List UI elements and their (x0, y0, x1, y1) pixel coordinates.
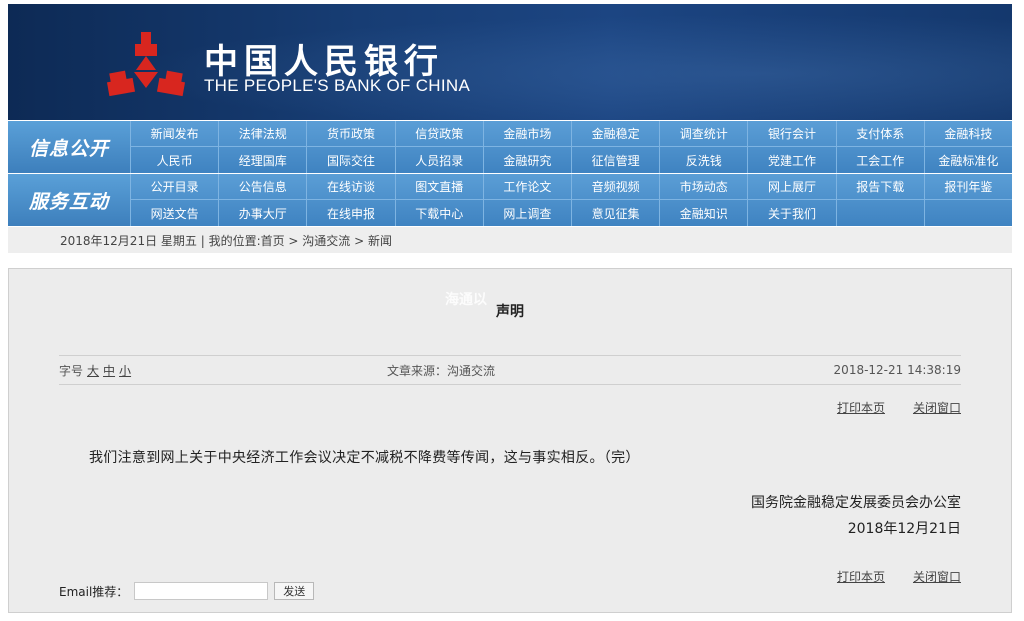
nav-group-info: 信息公开 新闻发布 法律法规 货币政策 信贷政策 金融市场 金融稳定 调查统计 … (8, 121, 1012, 173)
font-size-selector: 字号 大 中 小 (59, 362, 131, 379)
nav-item[interactable]: 网送文告 (130, 200, 218, 226)
nav-item[interactable]: 反洗钱 (659, 147, 747, 173)
article-title: 声明 (496, 304, 524, 320)
nav-grid-info: 新闻发布 法律法规 货币政策 信贷政策 金融市场 金融稳定 调查统计 银行会计 … (130, 121, 1012, 173)
nav-item-empty (835, 200, 924, 226)
nav-item-empty (923, 200, 1012, 226)
nav-item[interactable]: 金融标准化 (923, 147, 1012, 173)
send-button[interactable]: 发送 (274, 582, 315, 600)
nav-item[interactable]: 工作论文 (482, 174, 571, 200)
nav-item[interactable]: 关于我们 (747, 200, 835, 226)
article-meta: 字号 大 中 小 文章来源：沟通交流 2018-12-21 14:38:19 (59, 355, 961, 385)
nav-item[interactable]: 党建工作 (747, 147, 835, 173)
nav-group-service: 服务互动 公开目录 公告信息 在线访谈 图文直播 工作论文 音频视频 市场动态 … (8, 174, 1012, 226)
nav-item[interactable]: 调查统计 (659, 121, 748, 147)
close-window-link[interactable]: 关闭窗口 (913, 568, 961, 585)
nav-item[interactable]: 法律法规 (218, 121, 307, 147)
header-banner: 中国人民银行 THE PEOPLE'S BANK OF CHINA (8, 4, 1012, 120)
nav-item[interactable]: 公告信息 (218, 174, 307, 200)
nav-item[interactable]: 银行会计 (747, 121, 836, 147)
nav-group-label: 服务互动 (8, 174, 130, 226)
bank-name-en: THE PEOPLE'S BANK OF CHINA (204, 76, 471, 95)
nav-item[interactable]: 工会工作 (835, 147, 924, 173)
nav-item[interactable]: 经理国库 (218, 147, 306, 173)
print-page-link[interactable]: 打印本页 (837, 399, 885, 416)
print-page-link[interactable]: 打印本页 (837, 568, 885, 585)
email-input[interactable] (134, 582, 269, 600)
signature-org: 国务院金融稳定发展委员会办公室 (751, 495, 961, 511)
pboc-emblem-logo[interactable] (104, 30, 188, 102)
nav-item[interactable]: 国际交往 (306, 147, 394, 173)
nav-item[interactable]: 网上调查 (482, 200, 571, 226)
nav-grid-service: 公开目录 公告信息 在线访谈 图文直播 工作论文 音频视频 市场动态 网上展厅 … (130, 174, 1012, 226)
nav-item[interactable]: 新闻发布 (130, 121, 219, 147)
nav-item[interactable]: 金融研究 (482, 147, 571, 173)
action-links-top: 打印本页 关闭窗口 (837, 399, 961, 416)
action-links-bottom: 打印本页 关闭窗口 (837, 568, 961, 585)
nav-item[interactable]: 网上展厅 (747, 174, 836, 200)
nav-item[interactable]: 报刊年鉴 (923, 174, 1012, 200)
article-panel: 海通以 声明 字号 大 中 小 文章来源：沟通交流 2018-12-21 14:… (8, 268, 1012, 613)
nav-item[interactable]: 意见征集 (570, 200, 659, 226)
article-datetime: 2018-12-21 14:38:19 (833, 363, 961, 377)
nav-item[interactable]: 图文直播 (394, 174, 483, 200)
close-window-link[interactable]: 关闭窗口 (913, 399, 961, 416)
nav-item[interactable]: 金融稳定 (570, 121, 660, 147)
nav-item[interactable]: 支付体系 (835, 121, 924, 147)
nav-group-label: 信息公开 (8, 121, 130, 173)
font-size-small[interactable]: 小 (119, 362, 131, 379)
nav-item[interactable]: 金融科技 (923, 121, 1012, 147)
nav-item[interactable]: 公开目录 (130, 174, 219, 200)
article-signature: 国务院金融稳定发展委员会办公室 2018年12月21日 (751, 490, 961, 542)
signature-date: 2018年12月21日 (847, 521, 961, 537)
nav-item[interactable]: 音频视频 (570, 174, 660, 200)
nav-item[interactable]: 征信管理 (570, 147, 659, 173)
font-size-large[interactable]: 大 (87, 362, 99, 379)
email-label: Email推荐： (59, 584, 129, 599)
font-size-label: 字号 (59, 363, 84, 378)
article-source: 文章来源：沟通交流 (387, 363, 496, 378)
nav-item[interactable]: 在线申报 (306, 200, 394, 226)
email-recommend: Email推荐： 发送 (59, 582, 315, 600)
nav-item[interactable]: 在线访谈 (306, 174, 395, 200)
nav-item[interactable]: 信贷政策 (394, 121, 483, 147)
nav-item[interactable]: 报告下载 (835, 174, 924, 200)
nav-item[interactable]: 办事大厅 (218, 200, 306, 226)
font-size-medium[interactable]: 中 (103, 362, 115, 379)
nav-item[interactable]: 金融知识 (659, 200, 747, 226)
breadcrumb: 2018年12月21日 星期五 | 我的位置:首页 > 沟通交流 > 新闻 (8, 227, 1012, 253)
nav-item[interactable]: 下载中心 (394, 200, 483, 226)
nav-item[interactable]: 人民币 (130, 147, 218, 173)
nav-item[interactable]: 市场动态 (659, 174, 748, 200)
nav-item[interactable]: 货币政策 (306, 121, 395, 147)
nav-item[interactable]: 金融市场 (482, 121, 571, 147)
nav-item[interactable]: 人员招录 (394, 147, 483, 173)
article-body: 我们注意到网上关于中央经济工作会议决定不减税不降费等传闻，这与事实相反。（完） (89, 450, 640, 466)
